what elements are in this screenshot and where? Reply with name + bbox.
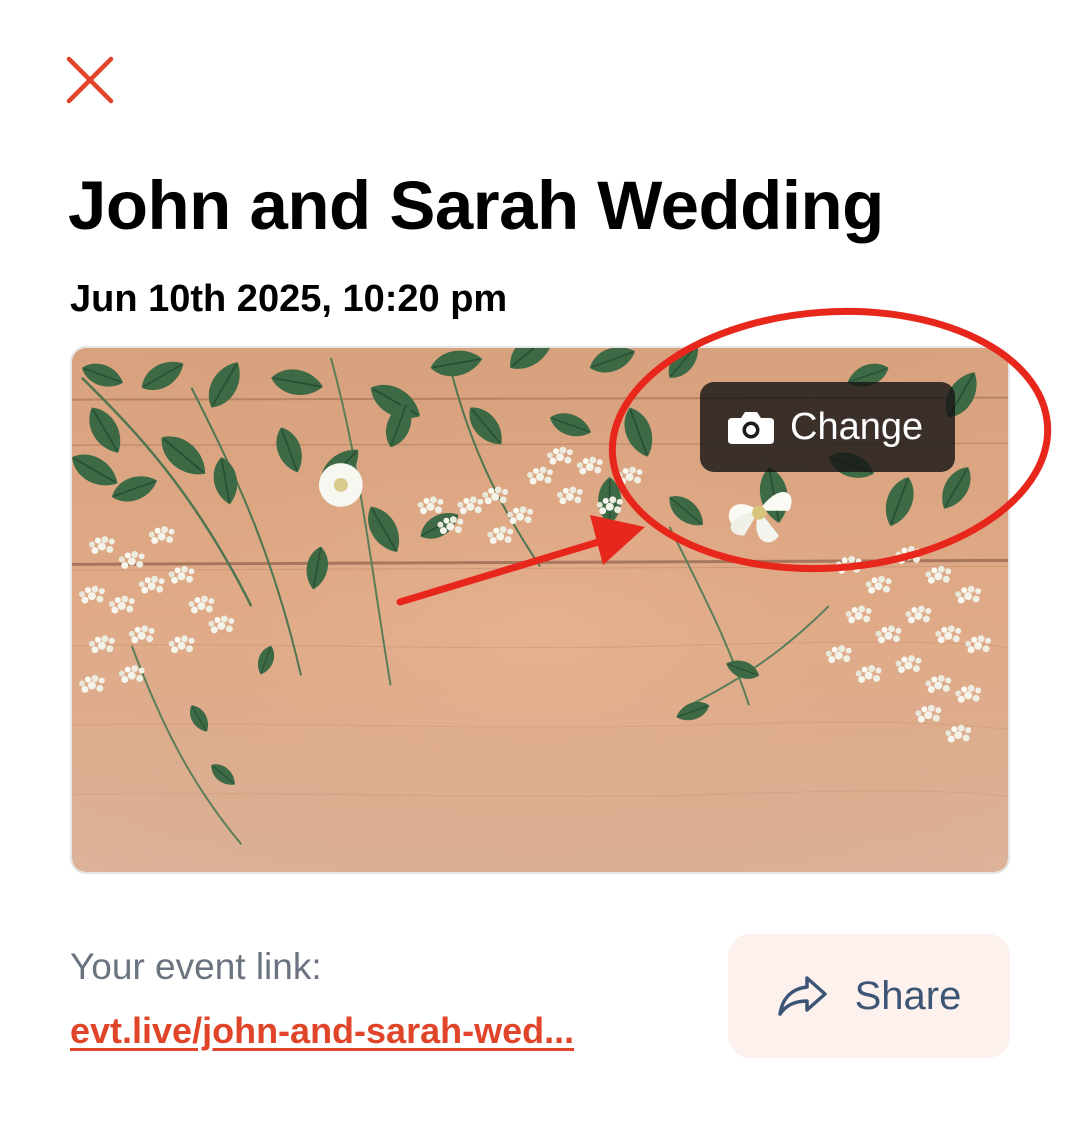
share-label: Share — [854, 974, 962, 1018]
camera-icon — [728, 412, 774, 444]
close-button[interactable] — [60, 50, 120, 110]
change-cover-button[interactable]: Change — [700, 382, 955, 472]
cover-image: Change — [70, 346, 1010, 874]
change-label: Change — [790, 406, 924, 448]
share-icon — [777, 976, 827, 1016]
event-link-label: Your event link: — [70, 946, 322, 987]
close-icon — [66, 56, 114, 104]
event-link[interactable]: evt.live/john-and-sarah-wed... — [70, 1008, 574, 1054]
event-date: Jun 10th 2025, 10:20 pm — [70, 278, 508, 320]
share-button[interactable]: Share — [728, 934, 1010, 1058]
page-title: John and Sarah Wedding — [68, 167, 884, 244]
